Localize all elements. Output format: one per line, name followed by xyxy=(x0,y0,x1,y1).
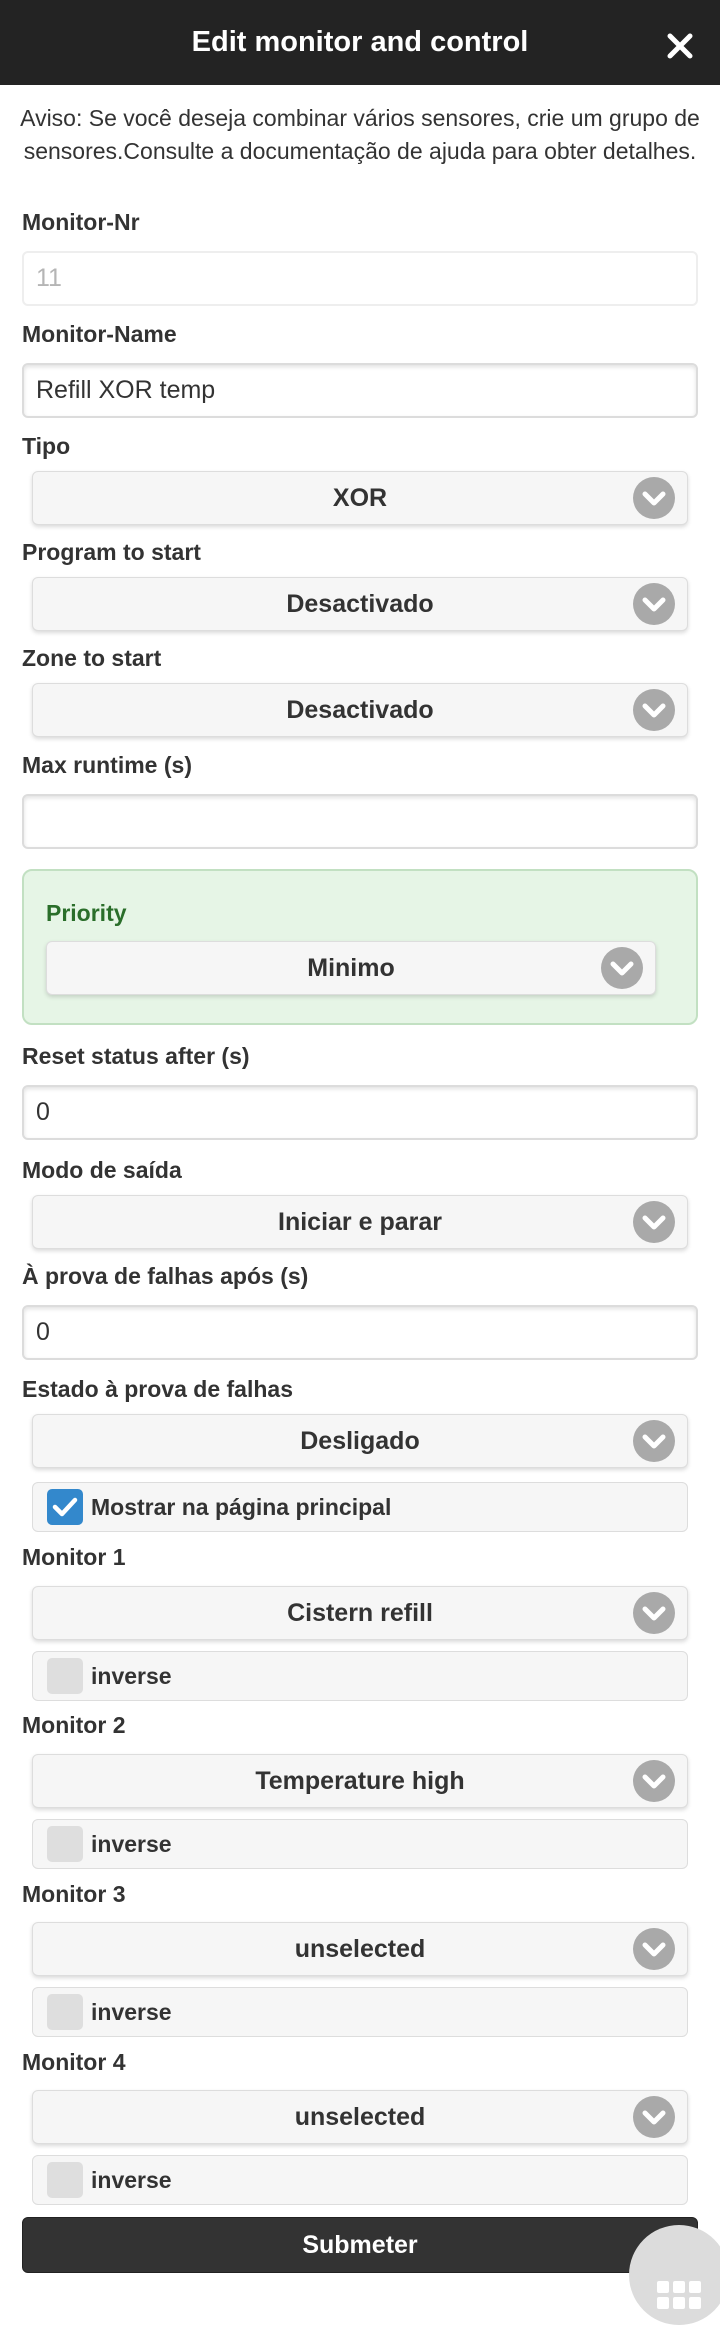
monitor-3-label: Monitor 3 xyxy=(22,1881,126,1907)
monitor-2-label: Monitor 2 xyxy=(22,1712,126,1738)
priority-label: Priority xyxy=(46,900,127,926)
max-runtime-label: Max runtime (s) xyxy=(22,752,192,778)
output-mode-label: Modo de saída xyxy=(22,1157,182,1183)
dialog-header: Edit monitor and control xyxy=(0,0,720,85)
monitor-nr-input xyxy=(22,251,698,306)
close-icon[interactable] xyxy=(666,32,694,60)
monitor-1-inverse-label: inverse xyxy=(91,1662,172,1689)
chevron-down-icon xyxy=(633,1201,675,1243)
failsafe-state-label: Estado à prova de falhas xyxy=(22,1376,293,1402)
floating-menu-button[interactable] xyxy=(629,2225,720,2325)
monitor-name-input[interactable] xyxy=(22,363,698,418)
failsafe-after-input[interactable] xyxy=(22,1305,698,1360)
failsafe-after-label: À prova de falhas após (s) xyxy=(22,1263,309,1289)
monitor-4-inverse-label: inverse xyxy=(91,2166,172,2193)
chevron-down-icon xyxy=(633,583,675,625)
zone-select[interactable]: Desactivado xyxy=(32,683,688,737)
checkbox-box[interactable] xyxy=(47,2162,83,2198)
grid-menu-icon xyxy=(657,2281,701,2309)
chevron-down-icon xyxy=(633,1760,675,1802)
monitor-2-value: Temperature high xyxy=(255,1766,465,1795)
monitor-2-inverse-label: inverse xyxy=(91,1830,172,1857)
chevron-down-icon xyxy=(633,1592,675,1634)
zone-value: Desactivado xyxy=(286,695,434,724)
program-label: Program to start xyxy=(22,539,201,565)
notice-text: Aviso: Se você deseja combinar vários se… xyxy=(20,105,700,164)
monitor-3-inverse-checkbox[interactable]: inverse xyxy=(32,1987,688,2037)
priority-panel: Priority Minimo xyxy=(22,869,698,1025)
chevron-down-icon xyxy=(633,2096,675,2138)
output-mode-value: Iniciar e parar xyxy=(278,1207,442,1236)
tipo-label: Tipo xyxy=(22,433,71,459)
chevron-down-icon xyxy=(601,947,643,989)
monitor-1-label: Monitor 1 xyxy=(22,1544,126,1570)
monitor-1-inverse-checkbox[interactable]: inverse xyxy=(32,1651,688,1701)
monitor-2-inverse-checkbox[interactable]: inverse xyxy=(32,1819,688,1869)
monitor-2-select[interactable]: Temperature high xyxy=(32,1754,688,1808)
program-select[interactable]: Desactivado xyxy=(32,577,688,631)
monitor-4-label: Monitor 4 xyxy=(22,2049,126,2075)
zone-label: Zone to start xyxy=(22,645,162,671)
chevron-down-icon xyxy=(633,689,675,731)
monitor-3-inverse-label: inverse xyxy=(91,1998,172,2025)
checkbox-box[interactable] xyxy=(47,1994,83,2030)
tipo-value: XOR xyxy=(332,483,388,512)
reset-status-label: Reset status after (s) xyxy=(22,1043,250,1069)
checkbox-box[interactable] xyxy=(47,1658,83,1694)
monitor-4-value: unselected xyxy=(294,2102,426,2131)
monitor-1-value: Cistern refill xyxy=(287,1598,433,1627)
reset-status-input[interactable] xyxy=(22,1085,698,1140)
chevron-down-icon xyxy=(633,477,675,519)
output-mode-select[interactable]: Iniciar e parar xyxy=(32,1195,688,1249)
failsafe-state-value: Desligado xyxy=(300,1426,420,1455)
program-value: Desactivado xyxy=(286,589,434,618)
checkbox-box[interactable] xyxy=(47,1826,83,1862)
chevron-down-icon xyxy=(633,1420,675,1462)
failsafe-state-select[interactable]: Desligado xyxy=(32,1414,688,1468)
max-runtime-input[interactable] xyxy=(22,794,698,849)
monitor-4-select[interactable]: unselected xyxy=(32,2090,688,2144)
monitor-3-value: unselected xyxy=(294,1934,426,1963)
monitor-name-label: Monitor-Name xyxy=(22,321,177,347)
monitor-nr-label: Monitor-Nr xyxy=(22,209,140,235)
show-main-checkbox[interactable]: Mostrar na página principal xyxy=(32,1482,688,1532)
chevron-down-icon xyxy=(633,1928,675,1970)
dialog-title: Edit monitor and control xyxy=(191,26,529,58)
monitor-1-select[interactable]: Cistern refill xyxy=(32,1586,688,1640)
priority-select[interactable]: Minimo xyxy=(46,941,656,995)
monitor-4-inverse-checkbox[interactable]: inverse xyxy=(32,2155,688,2205)
monitor-3-select[interactable]: unselected xyxy=(32,1922,688,1976)
submit-button[interactable]: Submeter xyxy=(22,2217,698,2273)
priority-value: Minimo xyxy=(307,953,395,982)
show-main-label: Mostrar na página principal xyxy=(91,1493,392,1520)
check-icon[interactable] xyxy=(47,1489,83,1525)
tipo-select[interactable]: XOR xyxy=(32,471,688,525)
